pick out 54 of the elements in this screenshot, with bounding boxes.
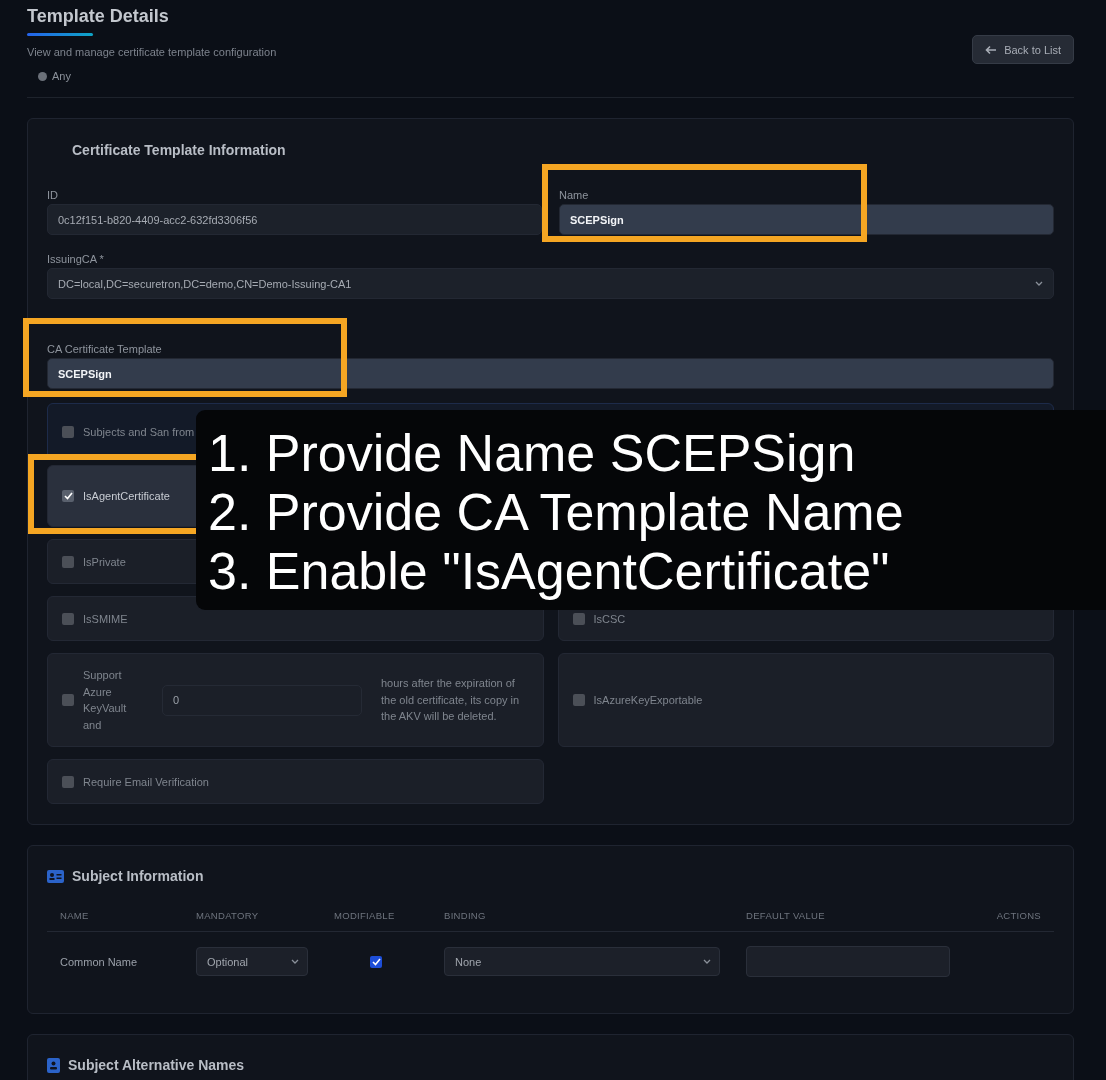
section-title: Certificate Template Information	[71, 141, 287, 158]
option-label: IsAzureKeyExportable	[593, 694, 703, 706]
input-field[interactable]	[746, 946, 950, 977]
chevron-icon	[1035, 280, 1043, 287]
select-field[interactable]: DC=local,DC=securetron,DC=demo,CN=Demo-Issuing-CA1	[47, 268, 1054, 299]
section-title: Subject Information	[72, 868, 204, 884]
option-label: IsPrivate	[83, 555, 126, 568]
id-card-icon	[47, 869, 64, 883]
checkbox[interactable]	[62, 694, 74, 706]
option-label: Subjects and San from	[83, 425, 195, 438]
option-label: Require Email Verification	[83, 775, 209, 788]
page-title: Template Details	[27, 6, 170, 27]
column-header: BINDING	[444, 910, 487, 921]
field-label: ID	[47, 189, 58, 201]
number-field[interactable]: 0	[162, 684, 362, 716]
column-header: MODIFIABLE	[334, 910, 396, 921]
column-header: NAME	[60, 910, 90, 921]
checkbox[interactable]	[62, 425, 74, 438]
checkbox[interactable]	[62, 612, 74, 625]
back-arrow-icon	[985, 44, 998, 55]
annotation-line: 2. Provide CA Template Name	[208, 483, 904, 542]
option-label: IsSMIME	[83, 612, 128, 625]
radio-label: Any	[52, 70, 71, 82]
chevron-icon	[703, 958, 711, 965]
checkbox[interactable]	[572, 694, 585, 706]
field-label: IssuingCA *	[47, 253, 104, 265]
column-header: DEFAULT VALUE	[746, 910, 826, 921]
input-field[interactable]: 0c12f151-b820-4409-acc2-632fd3306f56	[47, 204, 542, 235]
chevron-icon	[291, 958, 299, 965]
table-cell-text: Common Name	[60, 955, 139, 968]
page-subtitle: View and manage certificate template configuration	[27, 46, 277, 58]
radio-button[interactable]	[38, 71, 47, 81]
option-label: Support Azure KeyVault and	[83, 668, 128, 733]
contact-icon	[47, 1057, 60, 1073]
checkbox[interactable]	[62, 490, 74, 502]
input-field[interactable]: SCEPSign	[559, 204, 1054, 235]
section-title: Subject Alternative Names	[68, 1057, 245, 1073]
field-label: Name	[559, 189, 589, 201]
option-label: IsAgentCertificate	[83, 490, 170, 502]
annotation-line: 3. Enable "IsAgentCertificate"	[208, 542, 890, 601]
annotation-line: 1. Provide Name SCEPSign	[208, 424, 856, 483]
checkbox[interactable]	[62, 775, 74, 788]
checkbox[interactable]	[62, 555, 74, 568]
option-note: hours after the expiration of the old certificate, its copy in the AKV will be deleted.	[381, 676, 521, 725]
field-label: CA Certificate Template	[47, 343, 162, 355]
input-field[interactable]: SCEPSign	[47, 358, 1054, 389]
column-header: MANDATORY	[196, 910, 260, 921]
option-label: IsCSC	[593, 612, 626, 625]
column-header: ACTIONS	[996, 910, 1041, 921]
select-field[interactable]: Optional	[196, 947, 308, 976]
select-field[interactable]: None	[444, 947, 720, 976]
checkbox[interactable]	[572, 612, 585, 625]
checkbox[interactable]	[370, 955, 382, 968]
back-button[interactable]: Back to List	[972, 35, 1074, 64]
